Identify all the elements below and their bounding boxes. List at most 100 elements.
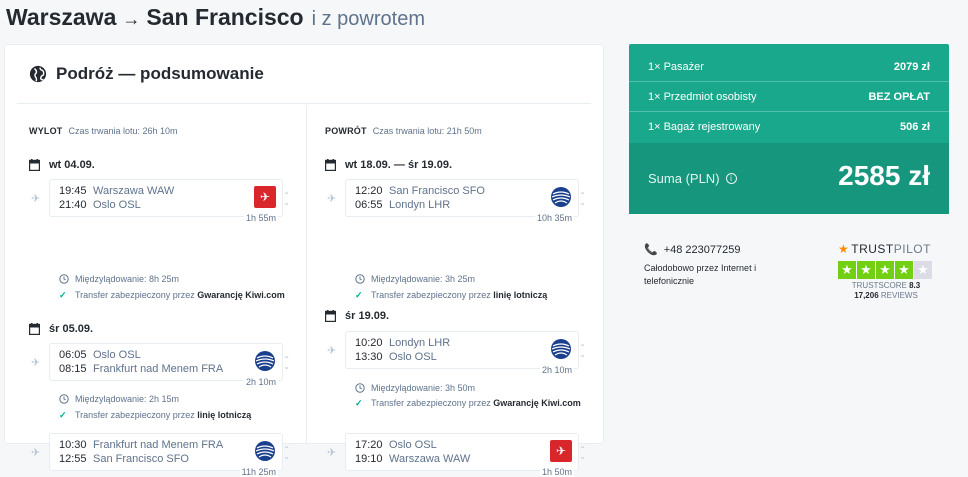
arrival-time: 08:15 (59, 363, 87, 375)
united-airline-logo (550, 338, 572, 360)
inbound-date-1: wt 18.09. — śr 19.09. (325, 159, 452, 171)
total-label: Suma (PLN) (648, 171, 720, 186)
route-title: Warszawa → San Francisco i z powrotem (6, 4, 425, 38)
card-title: Podróż — podsumowanie (56, 64, 264, 83)
arrival-time: 19:10 (355, 453, 383, 465)
price-value: 506 zł (900, 121, 930, 133)
segment-duration: 1h 55m (243, 213, 278, 223)
transfer-prefix: Transfer zabezpieczony przez (75, 410, 198, 420)
price-value: BEZ OPŁAT (868, 91, 930, 103)
layover-text: Międzylądowanie: 3h 50m (371, 383, 476, 393)
expand-chevron-icon[interactable]: ⌃ ⌄ (579, 446, 586, 461)
transfer-guarantor[interactable]: linię lotniczą (197, 410, 251, 420)
flight-segment[interactable]: ✈ 10:30 Frankfurt nad Menem FRA 12:55 San … (29, 433, 290, 477)
total-value: 2585 zł (838, 160, 930, 191)
plane-icon: ✈ (31, 447, 41, 459)
transfer-guarantor[interactable]: linię lotniczą (493, 290, 547, 300)
phone-icon: 📞 (644, 244, 658, 256)
outbound-header: WYLOT Czas trwania lotu: 26h 10m (29, 126, 178, 136)
departure-place: Frankfurt nad Menem FRA (93, 439, 224, 451)
united-airline-logo (550, 186, 572, 208)
inbound-header: POWRÓT Czas trwania lotu: 21h 50m (325, 126, 482, 136)
layover-text: Międzylądowanie: 8h 25m (75, 274, 180, 284)
star-icon: ★ (876, 261, 894, 279)
layover-text: Międzylądowanie: 2h 15m (75, 394, 180, 404)
outbound-date-1: wt 04.09. (29, 159, 95, 171)
transfer-guarantor[interactable]: Gwarancję Kiwi.com (197, 290, 285, 300)
arrival-place: Frankfurt nad Menem FRA (93, 363, 224, 375)
itinerary-card: Podróż — podsumowanie WYLOT Czas trwania … (4, 44, 604, 477)
clock-icon (355, 274, 365, 284)
destination-city: San Francisco (146, 4, 304, 30)
layover-info: Międzylądowanie: 3h 50m (355, 383, 475, 393)
expand-chevron-icon[interactable]: ⌃ ⌄ (283, 356, 290, 371)
arrival-time: 06:55 (355, 199, 383, 211)
flight-segment[interactable]: ✈ 19:45 Warszawa WAW 21:40 Oslo OSL ✈ 1h 5… (29, 179, 290, 223)
trustpilot-logo: ★ TRUST PILOT (838, 242, 938, 256)
expand-chevron-icon[interactable]: ⌃ ⌄ (283, 192, 290, 207)
check-icon: ✓ (59, 410, 67, 420)
plane-icon: ✈ (327, 193, 337, 205)
departure-place: Warszawa WAW (93, 185, 175, 197)
segment-box[interactable]: 17:20 Oslo OSL 19:10 Warszawa WAW ✈ 1h 50m… (345, 433, 586, 477)
departure-place: San Francisco SFO (389, 185, 485, 197)
segment-box[interactable]: 19:45 Warszawa WAW 21:40 Oslo OSL ✈ 1h 55m… (49, 179, 290, 223)
transfer-guarantor[interactable]: Gwarancję Kiwi.com (493, 398, 581, 408)
price-value: 2079 zł (893, 61, 930, 73)
contact-description: Całodobowo przez Internet i telefoniczni… (644, 263, 757, 286)
clock-icon (355, 383, 365, 393)
calendar-icon (29, 323, 40, 335)
segment-duration: 10h 35m (534, 213, 574, 223)
date-label: śr 05.09. (49, 323, 94, 335)
trust-score: TRUSTSCORE 8.3 17,206 REVIEWS (838, 281, 934, 301)
outbound-date-2: śr 05.09. (29, 323, 93, 335)
origin-city: Warszawa (6, 4, 117, 30)
reviews-label: REVIEWS (880, 291, 918, 300)
flight-segment[interactable]: ✈ 17:20 Oslo OSL 19:10 Warszawa WAW ✈ 1h 5… (325, 433, 586, 477)
check-icon: ✓ (355, 398, 363, 408)
star-icon: ★ (857, 261, 875, 279)
plane-icon: ✈ (327, 447, 337, 459)
price-label: 1× Bagaż rejestrowany (648, 121, 761, 133)
trustpilot-brand-b: PILOT (893, 242, 931, 256)
expand-chevron-icon[interactable]: ⌃ ⌄ (579, 192, 586, 207)
calendar-icon (325, 310, 336, 322)
globe-icon (29, 65, 47, 83)
info-icon[interactable]: i (725, 173, 737, 184)
star-icon: ★ (895, 261, 913, 279)
expand-chevron-icon[interactable]: ⌃ ⌄ (579, 344, 586, 359)
star-icon: ★ (838, 261, 856, 279)
inbound-label: POWRÓT (325, 126, 367, 136)
star-empty-icon: ★ (914, 261, 932, 279)
flight-segment[interactable]: ✈ 12:20 San Francisco SFO 06:55 Londyn LHR… (325, 179, 586, 223)
arrival-time: 13:30 (355, 351, 383, 363)
departure-time: 10:20 (355, 337, 383, 349)
transfer-prefix: Transfer zabezpieczony przez (371, 398, 494, 408)
phone-number[interactable]: +48 223077259 (664, 244, 741, 256)
segment-box[interactable]: 10:20 Londyn LHR 13:30 Oslo OSL 2h 10m ⌃ ⌄ (345, 331, 586, 375)
arrival-place: San Francisco SFO (93, 453, 189, 465)
segment-box[interactable]: 06:05 Oslo OSL 08:15 Frankfurt nad Menem F… (49, 343, 290, 387)
departure-time: 10:30 (59, 439, 87, 451)
score-label: TRUSTSCORE (851, 281, 907, 290)
united-airline-logo (254, 350, 276, 372)
trustpilot-widget[interactable]: ★ TRUST PILOT ★ ★ ★ ★ ★ TRUSTSCORE 8.3 17… (838, 242, 938, 301)
arrival-time: 12:55 (59, 453, 87, 465)
outbound-duration: Czas trwania lotu: 26h 10m (68, 126, 178, 136)
arrival-place: Oslo OSL (93, 199, 141, 211)
date-label: wt 04.09. (49, 159, 95, 171)
transfer-prefix: Transfer zabezpieczony przez (371, 290, 494, 300)
flight-segment[interactable]: ✈ 10:20 Londyn LHR 13:30 Oslo OSL 2h 10m ⌃… (325, 331, 586, 375)
flight-segment[interactable]: ✈ 06:05 Oslo OSL 08:15 Frankfurt nad Menem… (29, 343, 290, 387)
segment-box[interactable]: 12:20 San Francisco SFO 06:55 Londyn LHR 1… (345, 179, 586, 223)
calendar-icon (325, 159, 336, 171)
departure-place: Londyn LHR (389, 337, 451, 349)
check-icon: ✓ (59, 290, 67, 300)
price-label: 1× Pasażer (648, 61, 704, 73)
score-value: 8.3 (909, 281, 921, 290)
segment-box[interactable]: 10:30 Frankfurt nad Menem FRA 12:55 San Fr… (49, 433, 290, 477)
departure-time: 12:20 (355, 185, 383, 197)
price-row-personal-item: 1× Przedmiot osobisty BEZ OPŁAT (648, 91, 930, 103)
expand-chevron-icon[interactable]: ⌃ ⌄ (283, 446, 290, 461)
card-header: Podróż — podsumowanie (17, 45, 591, 104)
